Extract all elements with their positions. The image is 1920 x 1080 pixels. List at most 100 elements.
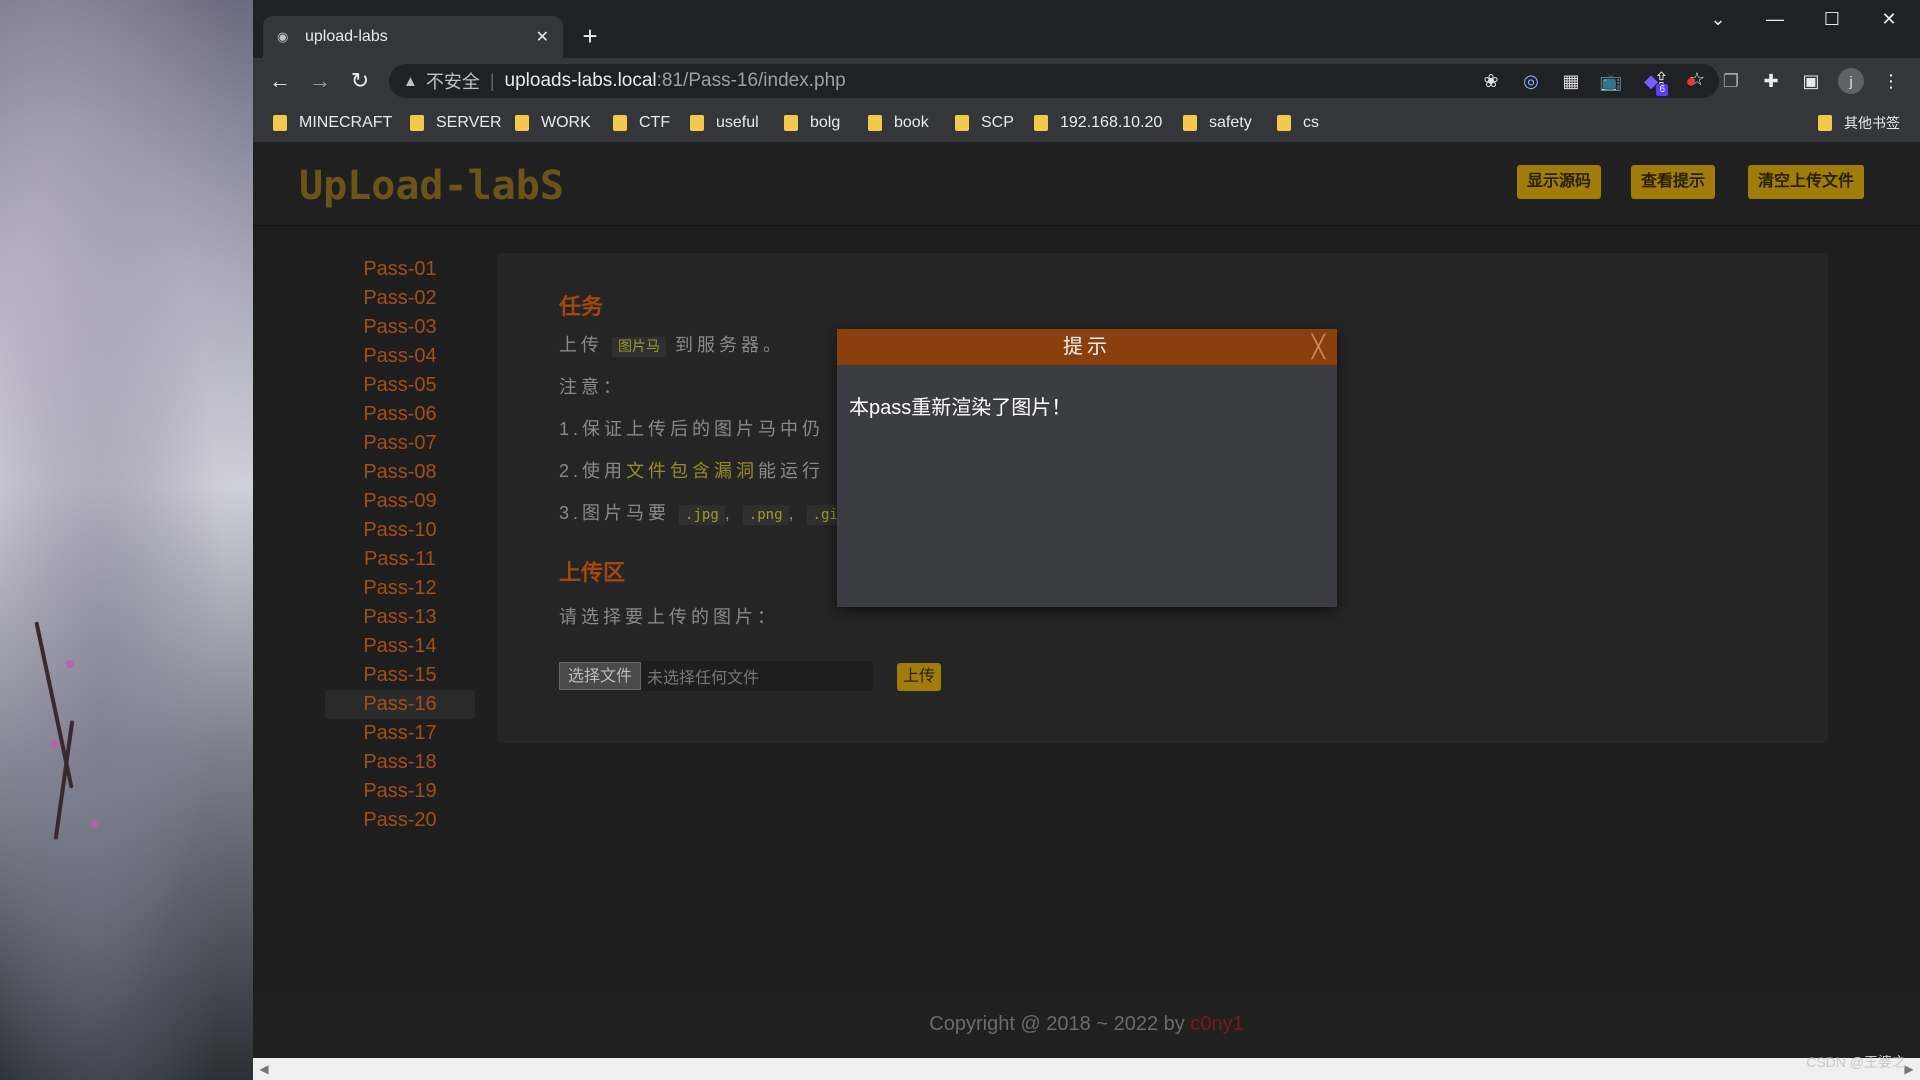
- extension-tv-icon[interactable]: 📺: [1598, 68, 1624, 94]
- sidebar-item-pass-10[interactable]: Pass-10: [325, 516, 475, 545]
- folder-icon: [1183, 115, 1197, 131]
- tab-title: upload-labs: [305, 28, 388, 45]
- bookmark-folder[interactable]: bolg: [784, 113, 840, 133]
- browser-toolbar: ← → ↻ ▲ 不安全 | uploads-labs.local :81/Pas…: [253, 58, 1920, 104]
- other-bookmarks[interactable]: 其他书签: [1818, 113, 1900, 133]
- bookmarks-bar: MINECRAFT SERVER WORK CTF useful bolg bo…: [253, 104, 1920, 143]
- page-content: UpLoad-labS 显示源码 查看提示 清空上传文件 Pass-01 Pas…: [253, 143, 1920, 1058]
- bookmark-folder[interactable]: safety: [1183, 113, 1252, 133]
- sidebar-item-pass-17[interactable]: Pass-17: [325, 719, 475, 748]
- sidebar-item-pass-06[interactable]: Pass-06: [325, 400, 475, 429]
- clear-uploads-button[interactable]: 清空上传文件: [1748, 165, 1865, 199]
- bookmark-folder[interactable]: SCP: [955, 113, 1014, 133]
- file-name-label: 未选择任何文件: [647, 670, 760, 687]
- url-host: uploads-labs.local: [504, 70, 657, 91]
- new-tab-button[interactable]: +: [575, 22, 605, 52]
- sidebar-item-pass-14[interactable]: Pass-14: [325, 632, 475, 661]
- folder-icon: [690, 115, 704, 131]
- globe-icon: ◉: [277, 29, 289, 44]
- bookmark-folder[interactable]: MINECRAFT: [273, 113, 392, 133]
- note-item-2: 2.使用文件包含漏洞能运行: [559, 457, 824, 483]
- sidebar-item-pass-07[interactable]: Pass-07: [325, 429, 475, 458]
- logo-text: UpLoad-labS: [299, 163, 564, 209]
- extension-red-icon[interactable]: ●: [1678, 68, 1704, 94]
- bookmark-label: 192.168.10.20: [1060, 114, 1163, 131]
- back-icon[interactable]: ←: [265, 66, 295, 96]
- bookmark-label: CTF: [639, 114, 671, 131]
- choose-file-button[interactable]: 选择文件: [559, 662, 642, 690]
- upload-button[interactable]: 上传: [897, 663, 942, 691]
- hint-modal: 提示 ╳ 本pass重新渲染了图片！: [837, 329, 1337, 607]
- csdn-watermark: CSDN @王婆之: [1806, 1054, 1906, 1070]
- sidebar-item-pass-01[interactable]: Pass-01: [325, 255, 475, 284]
- extension-copy-icon[interactable]: ❐: [1718, 68, 1744, 94]
- sidebar-item-pass-03[interactable]: Pass-03: [325, 313, 475, 342]
- view-hint-button[interactable]: 查看提示: [1631, 165, 1716, 199]
- puzzle-icon[interactable]: ✚: [1758, 68, 1784, 94]
- profile-avatar[interactable]: j: [1838, 68, 1864, 94]
- sidebar-item-pass-09[interactable]: Pass-09: [325, 487, 475, 516]
- upload-heading: 上传区: [559, 560, 626, 585]
- folder-icon: [273, 115, 287, 131]
- horizontal-scrollbar[interactable]: ◀ ▶: [253, 1058, 1920, 1080]
- upload-labs-logo: UpLoad-labS: [299, 163, 564, 209]
- forward-icon[interactable]: →: [305, 66, 335, 96]
- bookmark-label: bolg: [810, 114, 841, 131]
- folder-icon: [613, 115, 627, 131]
- side-panel-icon[interactable]: ▣: [1798, 68, 1824, 94]
- site-footer: Copyright @ 2018 ~ 2022 by c0ny1: [253, 991, 1920, 1058]
- sidebar-item-pass-13[interactable]: Pass-13: [325, 603, 475, 632]
- note-item-3: 3.图片马要 .jpg, .png, .gif: [559, 499, 853, 525]
- desktop-wallpaper: [0, 0, 253, 1080]
- note-text: 能运行: [758, 461, 825, 481]
- folder-icon: [784, 115, 798, 131]
- bookmark-folder[interactable]: useful: [690, 113, 759, 133]
- folder-icon: [1277, 115, 1291, 131]
- bookmark-folder[interactable]: SERVER: [410, 113, 502, 133]
- sidebar-item-pass-12[interactable]: Pass-12: [325, 574, 475, 603]
- reload-icon[interactable]: ↻: [345, 66, 375, 96]
- extension-paw-icon[interactable]: ❀: [1478, 68, 1504, 94]
- folder-icon: [955, 115, 969, 131]
- sidebar-item-pass-08[interactable]: Pass-08: [325, 458, 475, 487]
- extension-circle-icon[interactable]: ◎: [1518, 68, 1544, 94]
- sidebar-item-pass-16[interactable]: Pass-16: [325, 690, 475, 719]
- show-source-button[interactable]: 显示源码: [1517, 165, 1602, 199]
- sidebar-item-pass-19[interactable]: Pass-19: [325, 777, 475, 806]
- close-window-icon[interactable]: ✕: [1861, 0, 1917, 38]
- bookmark-folder[interactable]: cs: [1277, 113, 1319, 133]
- ext-code: .jpg: [679, 505, 725, 525]
- sidebar-item-pass-02[interactable]: Pass-02: [325, 284, 475, 313]
- bookmark-folder[interactable]: book: [868, 113, 929, 133]
- sidebar-item-pass-11[interactable]: Pass-11: [325, 545, 475, 574]
- sidebar-item-pass-20[interactable]: Pass-20: [325, 806, 475, 835]
- folder-icon: [868, 115, 882, 131]
- sidebar-item-pass-05[interactable]: Pass-05: [325, 371, 475, 400]
- note-text: ,: [724, 503, 734, 523]
- bookmark-label: SCP: [981, 114, 1014, 131]
- extension-badge-icon[interactable]: ◆ 6: [1638, 68, 1668, 96]
- minimize-icon[interactable]: —: [1747, 0, 1803, 38]
- sidebar-item-pass-18[interactable]: Pass-18: [325, 748, 475, 777]
- scroll-left-icon[interactable]: ◀: [253, 1058, 275, 1080]
- note-item-1: 1.保证上传后的图片马中仍: [559, 419, 825, 439]
- bookmark-label: safety: [1209, 114, 1252, 131]
- sidebar-item-pass-15[interactable]: Pass-15: [325, 661, 475, 690]
- bookmark-folder[interactable]: 192.168.10.20: [1034, 113, 1162, 133]
- menu-icon[interactable]: ⋮: [1878, 68, 1904, 94]
- modal-close-icon[interactable]: ╳: [1312, 329, 1325, 365]
- author-link[interactable]: c0ny1: [1190, 1013, 1243, 1035]
- bookmark-folder[interactable]: CTF: [613, 113, 670, 133]
- extension-badge-count: 6: [1656, 84, 1668, 96]
- tab-search-icon[interactable]: ⌄: [1690, 0, 1746, 38]
- tab-upload-labs[interactable]: ◉ upload-labs ✕: [263, 16, 563, 58]
- sidebar-item-pass-04[interactable]: Pass-04: [325, 342, 475, 371]
- upload-prompt: 请选择要上传的图片：: [559, 607, 779, 627]
- tab-close-icon[interactable]: ✕: [536, 27, 549, 47]
- note-label: 注意：: [559, 377, 625, 397]
- maximize-icon[interactable]: ☐: [1804, 0, 1860, 38]
- folder-icon: [1034, 115, 1048, 131]
- qr-code-icon[interactable]: ▦: [1558, 68, 1584, 94]
- file-input[interactable]: 选择文件 未选择任何文件: [559, 661, 873, 691]
- bookmark-folder[interactable]: WORK: [515, 113, 591, 133]
